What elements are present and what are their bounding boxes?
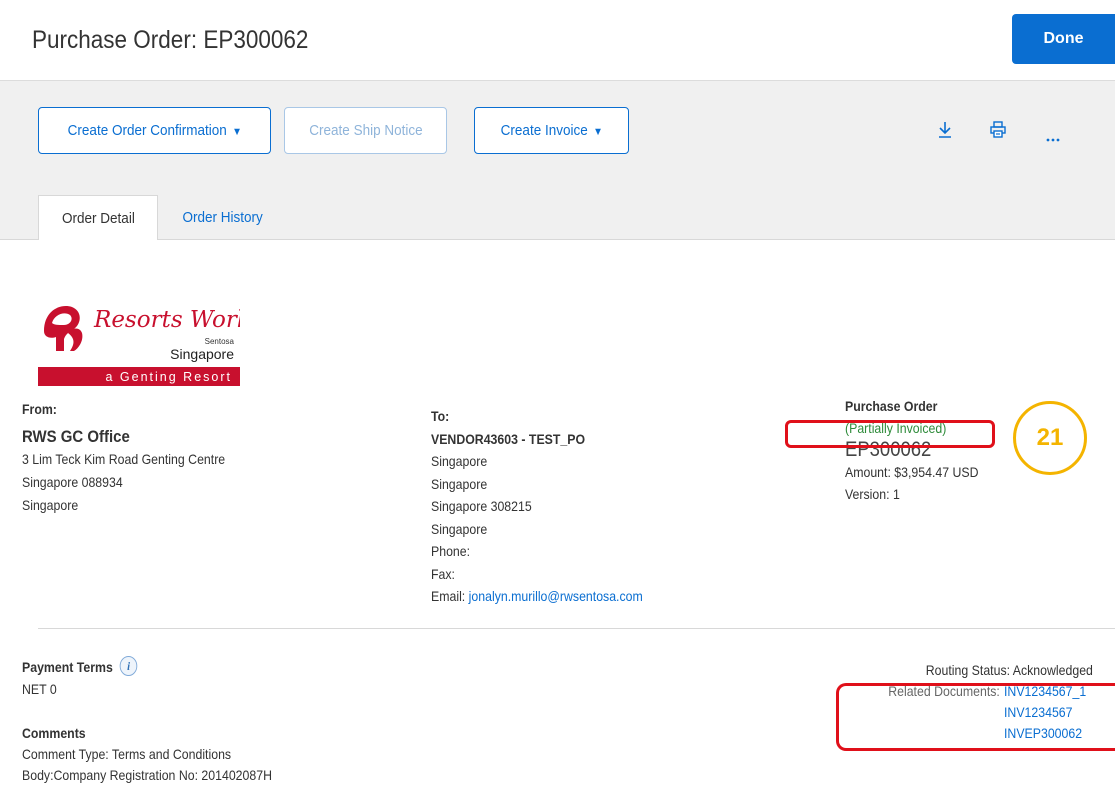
info-icon[interactable]: i — [119, 656, 138, 676]
related-documents-highlight-box — [836, 683, 1115, 751]
to-fax: Fax: — [431, 565, 455, 582]
comment-body: Body:Company Registration No: 201402087H — [22, 767, 272, 783]
create-invoice-label: Create Invoice — [500, 122, 588, 139]
po-amount: Amount: $3,954.47 USD — [845, 464, 979, 480]
to-email-label: Email: — [431, 588, 466, 604]
print-icon[interactable] — [990, 121, 1006, 144]
create-invoice-button[interactable]: Create Invoice ▼ — [474, 107, 629, 154]
to-name: VENDOR43603 - TEST_PO — [431, 430, 586, 447]
logo-singapore-text: Singapore — [170, 346, 234, 362]
page-header: Purchase Order: EP300062 Done — [0, 0, 1115, 80]
step-number-badge: 21 — [1013, 401, 1087, 475]
from-label: From: — [22, 401, 57, 417]
payment-terms-row: Payment Terms i — [22, 656, 138, 678]
to-address-line: Singapore — [431, 453, 488, 469]
to-address-line: Singapore 308215 — [431, 498, 532, 514]
to-address-line: Singapore — [431, 520, 488, 537]
po-summary: Purchase Order (Partially Invoiced) EP30… — [845, 395, 997, 505]
tab-bar: Order Detail Order History — [0, 180, 1115, 240]
from-address-line: Singapore 088934 — [22, 474, 123, 490]
create-ship-notice-button[interactable]: Create Ship Notice — [284, 107, 447, 154]
company-logo: Resorts World Sentosa Singapore a Gentin… — [38, 293, 259, 386]
from-address: From: RWS GC Office 3 Lim Teck Kim Road … — [22, 398, 253, 517]
create-order-confirmation-label: Create Order Confirmation — [67, 122, 227, 139]
chevron-down-icon: ▼ — [592, 126, 603, 138]
chevron-down-icon: ▼ — [231, 126, 242, 138]
comment-type: Comment Type: Terms and Conditions — [22, 746, 232, 762]
status-highlight-box — [785, 420, 995, 448]
tab-order-history[interactable]: Order History — [178, 195, 268, 240]
from-address-line: Singapore — [22, 497, 79, 513]
create-order-confirmation-button[interactable]: Create Order Confirmation ▼ — [38, 107, 271, 154]
to-email-row: Email: jonalyn.murillo@rwsentosa.com — [431, 585, 643, 608]
payment-terms-value: NET 0 — [22, 681, 57, 697]
comments-section: Comments Comment Type: Terms and Conditi… — [22, 723, 306, 786]
routing-status-text: Routing Status: Acknowledged — [925, 662, 1093, 678]
from-address-line: 3 Lim Teck Kim Road Genting Centre — [22, 451, 226, 467]
more-icon[interactable] — [1046, 127, 1060, 148]
logo-script-text: Resorts World — [93, 307, 240, 333]
to-email-link[interactable]: jonalyn.murillo@rwsentosa.com — [469, 588, 643, 604]
create-ship-notice-label: Create Ship Notice — [308, 122, 423, 139]
payment-terms-section: Payment Terms i NET 0 — [22, 656, 153, 700]
comments-label: Comments — [22, 725, 86, 741]
to-address: To: VENDOR43603 - TEST_PO Singapore Sing… — [431, 405, 672, 608]
to-label: To: — [431, 408, 450, 424]
to-address-line: Singapore — [431, 475, 488, 492]
tab-order-detail-label: Order Detail — [61, 210, 135, 227]
to-phone: Phone: — [431, 543, 471, 559]
tab-order-detail[interactable]: Order Detail — [38, 195, 158, 240]
routing-status: Routing Status: Acknowledged — [903, 660, 1093, 681]
po-label: Purchase Order — [845, 398, 938, 414]
payment-terms-label: Payment Terms — [22, 659, 113, 675]
action-toolbar: Create Order Confirmation ▼ Create Ship N… — [0, 80, 1115, 181]
section-divider — [38, 628, 1115, 629]
done-button[interactable]: Done — [1012, 14, 1115, 64]
tab-order-history-label: Order History — [182, 209, 264, 226]
download-icon[interactable] — [938, 121, 952, 144]
po-version: Version: 1 — [845, 486, 900, 502]
logo-tagline-text: a Genting Resort — [106, 370, 233, 384]
logo-sentosa-text: Sentosa — [205, 337, 235, 346]
page-title: Purchase Order: EP300062 — [32, 26, 309, 54]
from-name: RWS GC Office — [22, 427, 130, 446]
